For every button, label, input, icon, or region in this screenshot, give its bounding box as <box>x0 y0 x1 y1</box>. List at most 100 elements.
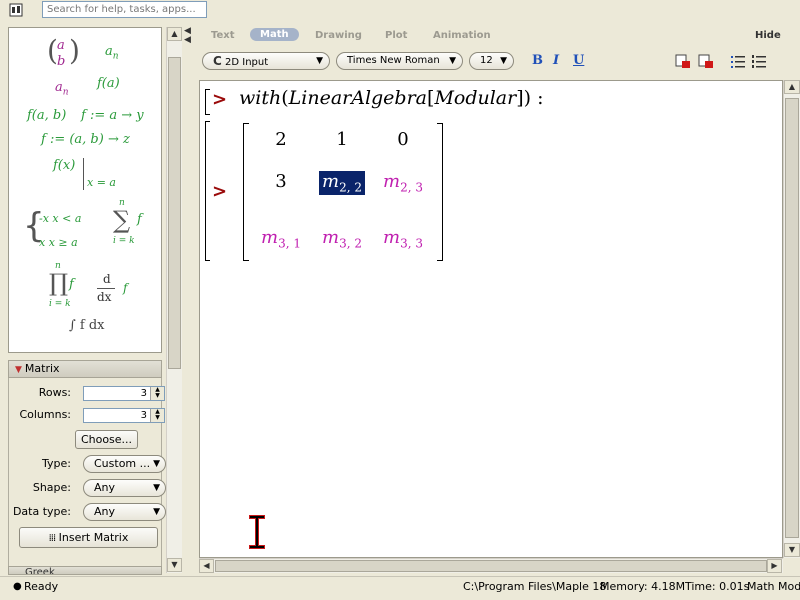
product-term: f <box>69 277 74 292</box>
input-prompt: > <box>212 89 228 110</box>
input-prompt: > <box>212 181 228 202</box>
font-size-value: 12 <box>480 55 493 66</box>
columns-label: Columns: <box>19 408 71 421</box>
execution-group-bracket[interactable] <box>205 89 210 115</box>
stepper-arrows-icon[interactable]: ▲ ▼ <box>150 387 164 400</box>
status-mode: Math Mode <box>747 580 800 593</box>
tab-text[interactable]: Text <box>211 30 235 41</box>
matrix-cell[interactable]: m2, 2 <box>319 171 365 195</box>
palette-scrollbar[interactable]: ▲ ▼ <box>166 27 182 573</box>
worksheet[interactable]: > with(LinearAlgebra[Modular]) : > 2103m… <box>199 80 783 558</box>
numbered-list-icon[interactable] <box>751 54 767 69</box>
input-command[interactable]: with(LinearAlgebra[Modular]) : <box>239 87 544 109</box>
matrix-cell[interactable]: 0 <box>376 129 430 150</box>
subscript-template[interactable]: an <box>105 44 119 62</box>
subscript-template-2[interactable]: an <box>55 80 69 98</box>
underline-button[interactable]: U <box>573 53 584 68</box>
tab-math[interactable]: Math <box>250 28 299 41</box>
matrix-cell[interactable]: 2 <box>254 129 308 150</box>
matrix-cell-index: 2, 3 <box>400 180 423 195</box>
italic-button[interactable]: I <box>553 53 559 68</box>
tab-animation[interactable]: Animation <box>433 30 491 41</box>
scroll-left-icon[interactable]: ◀ <box>199 559 214 573</box>
matrix-cell[interactable]: m3, 2 <box>315 227 369 251</box>
type-label: Type: <box>42 457 71 470</box>
top-strip: Search for help, tasks, apps... <box>0 0 800 20</box>
command-package: LinearAlgebra <box>288 87 428 109</box>
columns-stepper[interactable]: 3 ▲ ▼ <box>83 408 165 423</box>
choose-button[interactable]: Choose... <box>75 430 138 449</box>
stepper-arrows-icon[interactable]: ▲ ▼ <box>150 409 164 422</box>
matrix-cell[interactable]: m3, 1 <box>254 227 308 251</box>
close-paren: ) <box>523 87 532 109</box>
function-two-args-template[interactable]: f(a, b) <box>27 108 66 123</box>
worksheet-hscrollbar[interactable]: ◀ ▶ <box>199 558 783 573</box>
collapse-palette-icon[interactable]: ◀ ◀ <box>184 27 194 47</box>
chevron-down-icon: ▼ <box>316 56 323 66</box>
bold-button[interactable]: B <box>532 53 543 68</box>
shape-label: Shape: <box>32 481 71 494</box>
type-select[interactable]: Custom ... ▼ <box>83 455 166 473</box>
execution-group-bracket[interactable] <box>205 121 210 261</box>
worksheet-scroll-thumb[interactable] <box>785 98 799 538</box>
rows-label: Rows: <box>38 386 71 399</box>
datatype-value: Any <box>94 505 116 518</box>
sum-icon: ∑ <box>113 206 131 234</box>
shape-select[interactable]: Any ▼ <box>83 479 166 497</box>
derivative-num: d <box>103 272 111 286</box>
scroll-down-icon[interactable]: ▼ <box>167 558 182 572</box>
datatype-label: Data type: <box>12 505 71 518</box>
scroll-up-icon[interactable]: ▲ <box>784 80 800 94</box>
maple-leaf-icon[interactable] <box>8 2 24 18</box>
worksheet-scrollbar[interactable]: ▲ ▼ <box>783 80 800 558</box>
matrix-cell-symbol: m <box>322 227 340 248</box>
matrix-cell[interactable]: 3 <box>254 171 308 192</box>
eval-text: f(x) <box>53 158 76 173</box>
matrix-cell[interactable]: 1 <box>315 129 369 150</box>
tab-drawing[interactable]: Drawing <box>315 30 362 41</box>
expression-palette: ( a b ) an an f(a) f(a, b) f := a → y f … <box>8 27 162 353</box>
highlight-color-icon[interactable] <box>698 54 714 69</box>
assign-arrow-template[interactable]: f := (a, b) → z <box>41 132 130 147</box>
sum-template[interactable]: n ∑ f i = k <box>113 198 153 248</box>
vector-template[interactable]: ( a b ) <box>47 34 80 69</box>
eval-at-template[interactable]: f(x) x = a <box>53 158 116 190</box>
text-color-icon[interactable] <box>675 54 691 69</box>
arrow-text: f := a → y <box>81 108 144 123</box>
shape-value: Any <box>94 481 116 494</box>
input-mode-select[interactable]: C 2D Input ▼ <box>202 52 330 70</box>
arrow-template[interactable]: f := a → y <box>81 108 144 123</box>
scroll-up-icon[interactable]: ▲ <box>167 27 182 41</box>
piecewise-row2: x x ≥ a <box>39 236 78 249</box>
matrix-left-bracket <box>243 123 249 261</box>
integral-text: ∫ f dx <box>69 318 105 333</box>
search-input[interactable]: Search for help, tasks, apps... <box>42 1 207 18</box>
sub-base-2: a <box>55 80 63 95</box>
rows-stepper[interactable]: 3 ▲ ▼ <box>83 386 165 401</box>
bullet-list-icon[interactable] <box>730 54 746 69</box>
function-template[interactable]: f(a) <box>97 76 120 91</box>
derivative-template[interactable]: d dx f <box>97 272 137 308</box>
status-time: Time: 0.01s <box>685 580 750 593</box>
matrix-right-bracket <box>437 123 443 261</box>
hide-button[interactable]: Hide <box>755 30 781 41</box>
scroll-right-icon[interactable]: ▶ <box>767 559 782 573</box>
matrix-cell[interactable]: m2, 3 <box>376 171 430 195</box>
datatype-select[interactable]: Any ▼ <box>83 503 166 521</box>
close-bracket: ] <box>516 87 524 109</box>
font-select[interactable]: Times New Roman ▼ <box>336 52 463 70</box>
greek-panel-header[interactable]: Greek <box>8 566 162 575</box>
worksheet-hscroll-thumb[interactable] <box>215 560 767 572</box>
matrix-cell[interactable]: m3, 3 <box>376 227 430 251</box>
matrix-panel-header[interactable]: ▼ Matrix <box>8 360 162 378</box>
integral-template[interactable]: ∫ f dx <box>69 318 105 333</box>
matrix-cell-symbol: m <box>261 227 279 248</box>
scroll-down-icon[interactable]: ▼ <box>784 543 800 557</box>
insert-matrix-button[interactable]: ⁞⁞⁞ Insert Matrix <box>19 527 158 548</box>
product-template[interactable]: n ∏ f i = k <box>49 261 89 313</box>
tab-plot[interactable]: Plot <box>385 30 407 41</box>
palette-scroll-thumb[interactable] <box>168 57 181 369</box>
command-terminator: : <box>531 87 544 109</box>
font-size-select[interactable]: 12 ▼ <box>469 52 514 70</box>
vector-bottom: b <box>57 54 66 69</box>
